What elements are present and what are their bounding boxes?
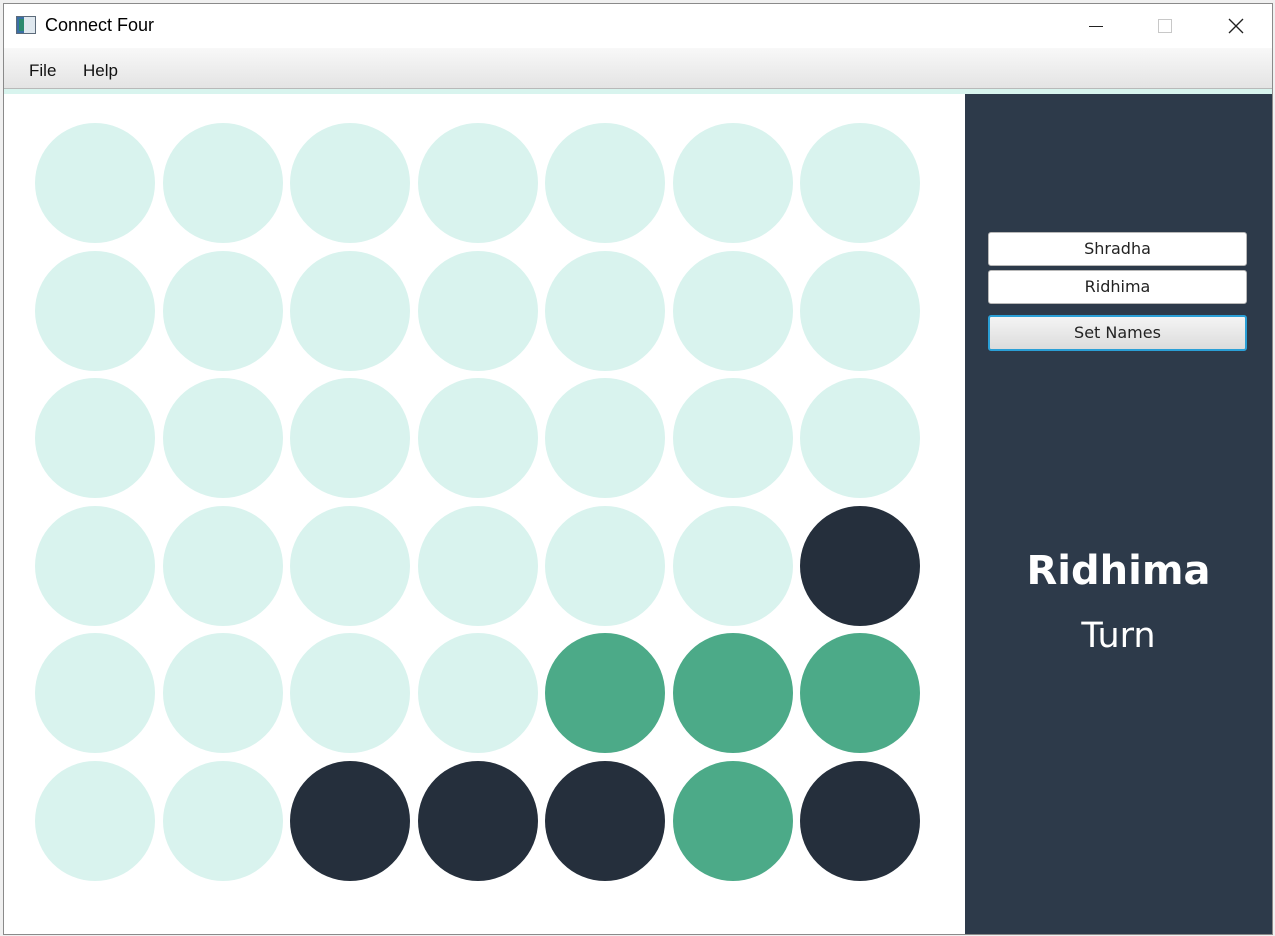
board-cell-r4-c6[interactable]	[672, 505, 793, 626]
minimize-button[interactable]	[1073, 4, 1119, 48]
menu-bar: File Help	[4, 48, 1272, 89]
board-cell-r4-c3[interactable]	[290, 505, 410, 626]
board-cell-r1-c7[interactable]	[800, 123, 920, 243]
board-cell-r3-c4[interactable]	[417, 378, 538, 498]
board-cell-r4-c5[interactable]	[545, 505, 665, 626]
board-cell-r6-c7[interactable]	[800, 760, 920, 881]
player-two-name-field[interactable]: Ridhima	[988, 270, 1247, 304]
board-cell-r5-c4[interactable]	[417, 633, 538, 753]
board-cell-r5-c5[interactable]	[545, 633, 665, 753]
board-cell-r5-c7[interactable]	[800, 633, 920, 753]
board-cell-r2-c4[interactable]	[417, 250, 538, 371]
board-cell-r3-c5[interactable]	[545, 378, 665, 498]
menu-file[interactable]: File	[29, 61, 56, 81]
board-cell-r1-c4[interactable]	[417, 123, 538, 243]
board-cell-r2-c6[interactable]	[672, 250, 793, 371]
game-board[interactable]	[4, 94, 965, 934]
board-cell-r5-c6[interactable]	[672, 633, 793, 753]
board-cell-r1-c3[interactable]	[290, 123, 410, 243]
close-button[interactable]	[1213, 4, 1259, 48]
maximize-icon	[1158, 19, 1172, 33]
board-cell-r2-c7[interactable]	[800, 250, 920, 371]
maximize-button[interactable]	[1142, 4, 1188, 48]
board-cell-r5-c1[interactable]	[35, 633, 155, 753]
board-cell-r6-c1[interactable]	[35, 760, 155, 881]
board-cell-r6-c5[interactable]	[545, 760, 665, 881]
app-icon	[16, 16, 36, 34]
board-cell-r4-c4[interactable]	[417, 505, 538, 626]
board-cell-r5-c2[interactable]	[162, 633, 283, 753]
sidebar: Shradha Ridhima Set Names Ridhima Turn	[965, 94, 1272, 934]
board-cell-r3-c1[interactable]	[35, 378, 155, 498]
board-cell-r1-c6[interactable]	[672, 123, 793, 243]
board-cell-r3-c2[interactable]	[162, 378, 283, 498]
turn-label: Turn	[1081, 616, 1156, 656]
player-one-name-field[interactable]: Shradha	[988, 232, 1247, 266]
board-cell-r2-c2[interactable]	[162, 250, 283, 371]
board-cell-r2-c5[interactable]	[545, 250, 665, 371]
close-icon	[1228, 18, 1244, 34]
minimize-icon	[1089, 25, 1103, 27]
board-cell-r4-c2[interactable]	[162, 505, 283, 626]
board-cell-r2-c3[interactable]	[290, 250, 410, 371]
current-player-name: Ridhima	[1026, 548, 1211, 594]
board-cell-r1-c2[interactable]	[162, 123, 283, 243]
board-cell-r4-c1[interactable]	[35, 505, 155, 626]
board-cell-r2-c1[interactable]	[35, 250, 155, 371]
board-cell-r4-c7[interactable]	[800, 505, 920, 626]
board-cell-r3-c7[interactable]	[800, 378, 920, 498]
set-names-button[interactable]: Set Names	[988, 315, 1247, 351]
window-title: Connect Four	[45, 15, 155, 35]
board-cell-r5-c3[interactable]	[290, 633, 410, 753]
menu-help[interactable]: Help	[83, 61, 118, 81]
board-cell-r6-c6[interactable]	[672, 760, 793, 881]
board-cell-r6-c4[interactable]	[417, 760, 538, 881]
board-cell-r3-c6[interactable]	[672, 378, 793, 498]
title-bar: Connect Four	[4, 4, 1272, 48]
board-cell-r3-c3[interactable]	[290, 378, 410, 498]
board-cell-r6-c3[interactable]	[290, 760, 410, 881]
board-cell-r1-c5[interactable]	[545, 123, 665, 243]
app-window: Connect Four File Help Shradha Ridhima S…	[4, 4, 1272, 934]
board-cell-r6-c2[interactable]	[162, 760, 283, 881]
board-cell-r1-c1[interactable]	[35, 123, 155, 243]
